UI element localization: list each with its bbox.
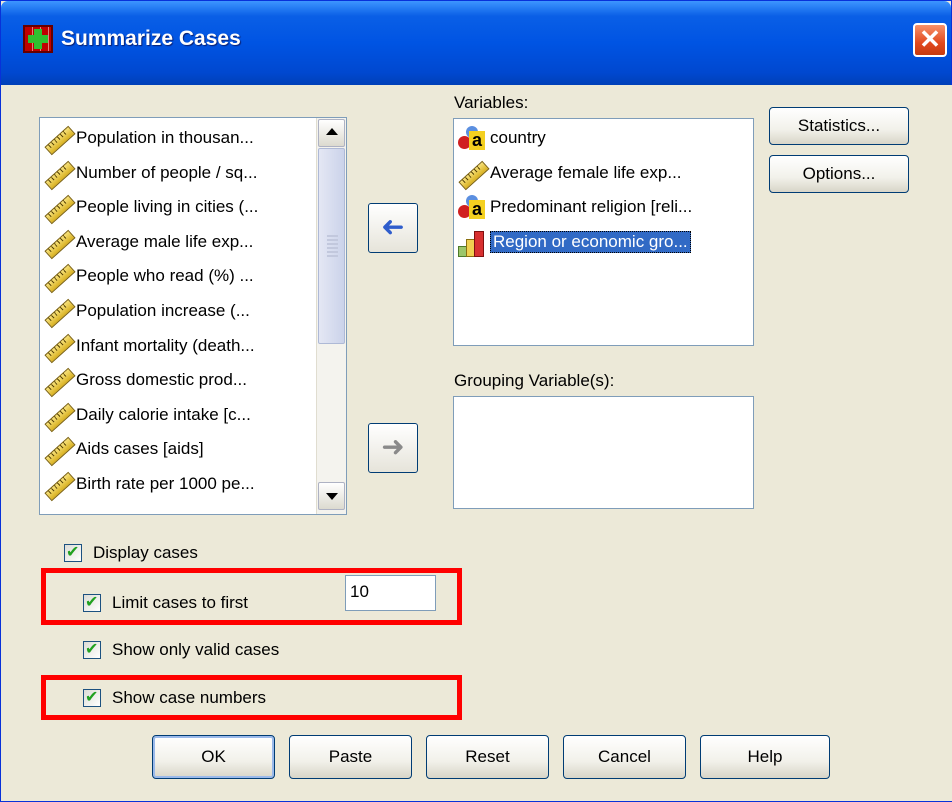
scale-ruler-icon [40,470,76,502]
arrow-down-icon [326,493,338,500]
variables-list[interactable]: a country Average female life exp... a Predo… [453,118,754,346]
list-item[interactable]: Average male life exp... [40,226,254,260]
list-item-label: People who read (%) ... [76,266,254,286]
scale-ruler-icon [40,297,76,329]
arrow-right-icon: ➜ [381,431,405,462]
scroll-up-button[interactable] [318,119,345,147]
options-button[interactable]: Options... [769,155,909,193]
move-to-variables-button[interactable]: ➜ [368,203,418,253]
source-list-scrollbar[interactable] [316,118,346,514]
scale-ruler-icon [40,332,76,363]
scroll-down-button[interactable] [318,482,345,510]
arrow-up-icon [326,128,338,135]
window-title: Summarize Cases [61,27,241,50]
help-button[interactable]: Help [700,735,830,779]
nominal-icon: a [454,124,490,152]
move-to-grouping-button[interactable]: ➜ [368,423,418,473]
source-variable-list[interactable]: Population in thousan... Number of people… [39,117,347,515]
list-item[interactable]: Aids cases [aids] [40,433,204,467]
list-item[interactable]: Population in thousan... [40,122,254,156]
list-item-label: Region or economic gro... [490,230,691,253]
list-item[interactable]: Daily calorie intake [c... [40,399,251,433]
list-item[interactable]: Gross domestic prod... [40,364,248,398]
list-item[interactable]: Number of people / sq... [40,157,258,190]
grouping-label: Grouping Variable(s): [454,371,615,390]
grip-icon [327,235,338,257]
list-item-label: Average female life exp... [490,162,682,182]
variables-label: Variables: [454,93,529,112]
scale-ruler-icon [40,262,76,294]
ordinal-icon [454,228,490,257]
list-item[interactable]: Infant mortality (death... [40,330,255,363]
scale-ruler-icon [40,401,76,433]
cancel-button[interactable]: Cancel [563,735,686,779]
scale-ruler-icon [40,366,76,398]
list-item-label: Number of people / sq... [76,162,258,182]
list-item[interactable]: a Predominant religion [reli... [454,191,692,223]
list-item[interactable]: People living in cities (... [40,191,259,225]
list-item-label: Birth rate per 1000 pe... [76,474,255,493]
list-item-label: Predominant religion [reli... [490,197,693,217]
case-numbers-highlight [41,675,462,720]
list-item-label: Population increase (... [76,301,250,320]
statistics-button[interactable]: Statistics... [769,107,909,145]
scale-ruler-icon [40,159,76,190]
nominal-icon: a [454,193,490,221]
scroll-thumb[interactable] [318,148,345,344]
ok-button[interactable]: OK [152,735,275,779]
scale-ruler-icon [454,159,490,190]
list-item-label: Gross domestic prod... [76,370,248,390]
list-item-label: Aids cases [aids] [76,439,204,459]
list-item[interactable]: Birth rate per 1000 pe... [40,468,255,502]
list-item-label: People living in cities (... [76,197,259,217]
list-item[interactable]: People who read (%) ... [40,260,254,294]
spss-app-icon [23,25,53,53]
scale-ruler-icon [40,228,76,260]
list-item[interactable]: Region or economic gro... [454,226,691,258]
reset-button[interactable]: Reset [426,735,549,779]
valid-only-checkbox[interactable] [83,639,101,659]
list-item[interactable]: Population increase (... [40,295,250,329]
list-item-label: Population in thousan... [76,128,254,147]
paste-button[interactable]: Paste [289,735,412,779]
valid-only-label: Show only valid cases [112,640,280,659]
display-cases-label: Display cases [93,543,198,562]
summarize-cases-dialog: Summarize Cases ✕ Population in thousan.… [0,0,952,802]
dialog-body: Population in thousan... Number of people… [2,85,952,801]
arrow-left-icon: ➜ [381,211,405,242]
close-button[interactable]: ✕ [913,23,947,57]
list-item-label: Infant mortality (death... [76,335,255,355]
list-item[interactable]: a country [454,122,546,154]
title-bar: Summarize Cases ✕ [1,1,951,85]
list-item[interactable]: Average female life exp... [454,157,682,190]
limit-cases-highlight [41,568,462,625]
scale-ruler-icon [40,124,76,156]
grouping-variable-list[interactable] [453,396,754,509]
scale-ruler-icon [40,193,76,225]
list-item-label: Average male life exp... [76,231,254,251]
display-cases-checkbox[interactable] [64,542,82,562]
scale-ruler-icon [40,435,76,467]
list-item-label: country [490,128,546,147]
list-item-label: Daily calorie intake [c... [76,404,251,424]
